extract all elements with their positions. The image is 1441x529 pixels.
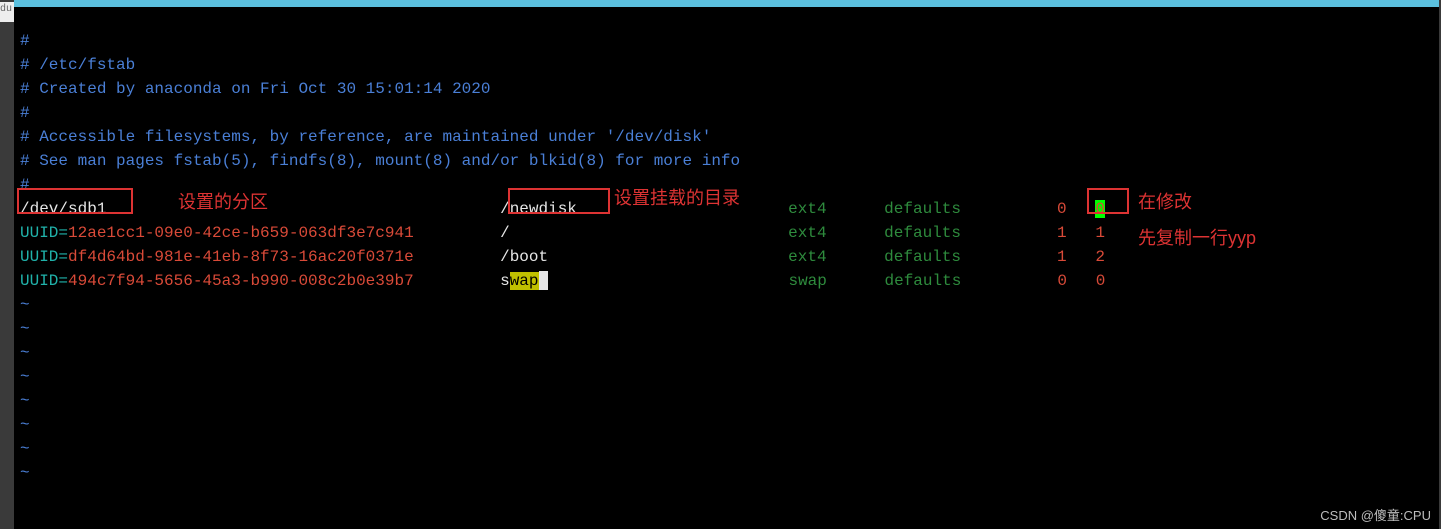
terminal-window[interactable]: # # /etc/fstab # Created by anaconda on …	[14, 0, 1439, 529]
terminal-content[interactable]: # # /etc/fstab # Created by anaconda on …	[20, 29, 1433, 485]
watermark: CSDN @傻童:CPU	[1320, 506, 1431, 526]
scrollbar-tab: du	[0, 2, 14, 22]
